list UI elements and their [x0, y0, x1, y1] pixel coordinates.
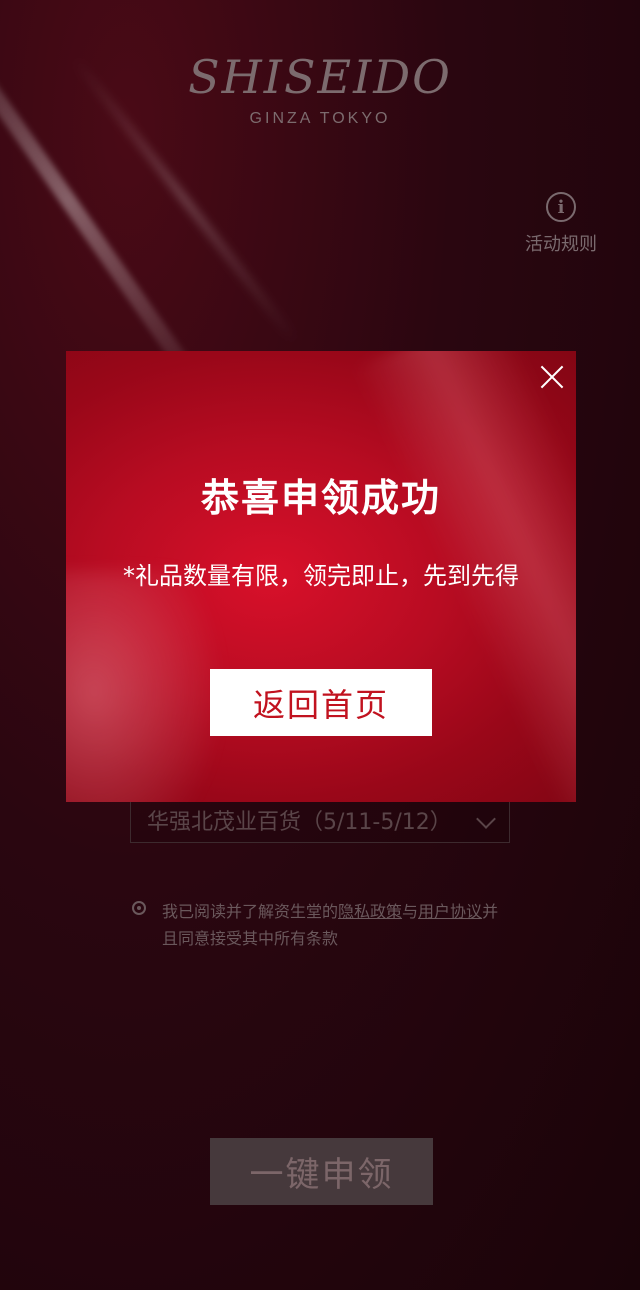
agreement-radio[interactable] [132, 901, 146, 915]
rules-button[interactable]: i 活动规则 [516, 192, 606, 256]
page: SHISEIDO GINZA TOKYO i 活动规则 华强北茂业百货（5/11… [0, 0, 640, 1290]
modal-title: 恭喜申领成功 [200, 476, 441, 520]
agreement-and: 与 [402, 902, 419, 921]
modal-note: *礼品数量有限，领完即止，先到先得 [123, 562, 519, 590]
claim-button[interactable]: 一键申领 [210, 1138, 433, 1205]
return-home-button[interactable]: 返回首页 [210, 669, 432, 736]
rules-label: 活动规则 [525, 234, 597, 255]
store-select[interactable]: 华强北茂业百货（5/11-5/12） [130, 797, 510, 843]
user-agreement-link[interactable]: 用户协议 [418, 902, 482, 921]
info-icon: i [546, 192, 576, 222]
modal-sheen [66, 571, 226, 802]
chevron-down-icon [476, 809, 496, 829]
brand-logo: SHISEIDO GINZA TOKYO [0, 50, 640, 128]
privacy-policy-link[interactable]: 隐私政策 [338, 902, 402, 921]
agreement-prefix: 我已阅读并了解资生堂的 [162, 902, 339, 921]
agreement-text: 我已阅读并了解资生堂的隐私政策与用户协议并且同意接受其中所有条款 [132, 898, 512, 952]
brand-logo-text: SHISEIDO [188, 50, 452, 104]
close-icon[interactable] [538, 363, 566, 391]
success-modal: 恭喜申领成功 *礼品数量有限，领完即止，先到先得 返回首页 [66, 351, 576, 802]
agreement: 我已阅读并了解资生堂的隐私政策与用户协议并且同意接受其中所有条款 [132, 898, 512, 952]
store-select-value: 华强北茂业百货（5/11-5/12） [147, 810, 452, 835]
brand-tagline: GINZA TOKYO [249, 110, 391, 127]
